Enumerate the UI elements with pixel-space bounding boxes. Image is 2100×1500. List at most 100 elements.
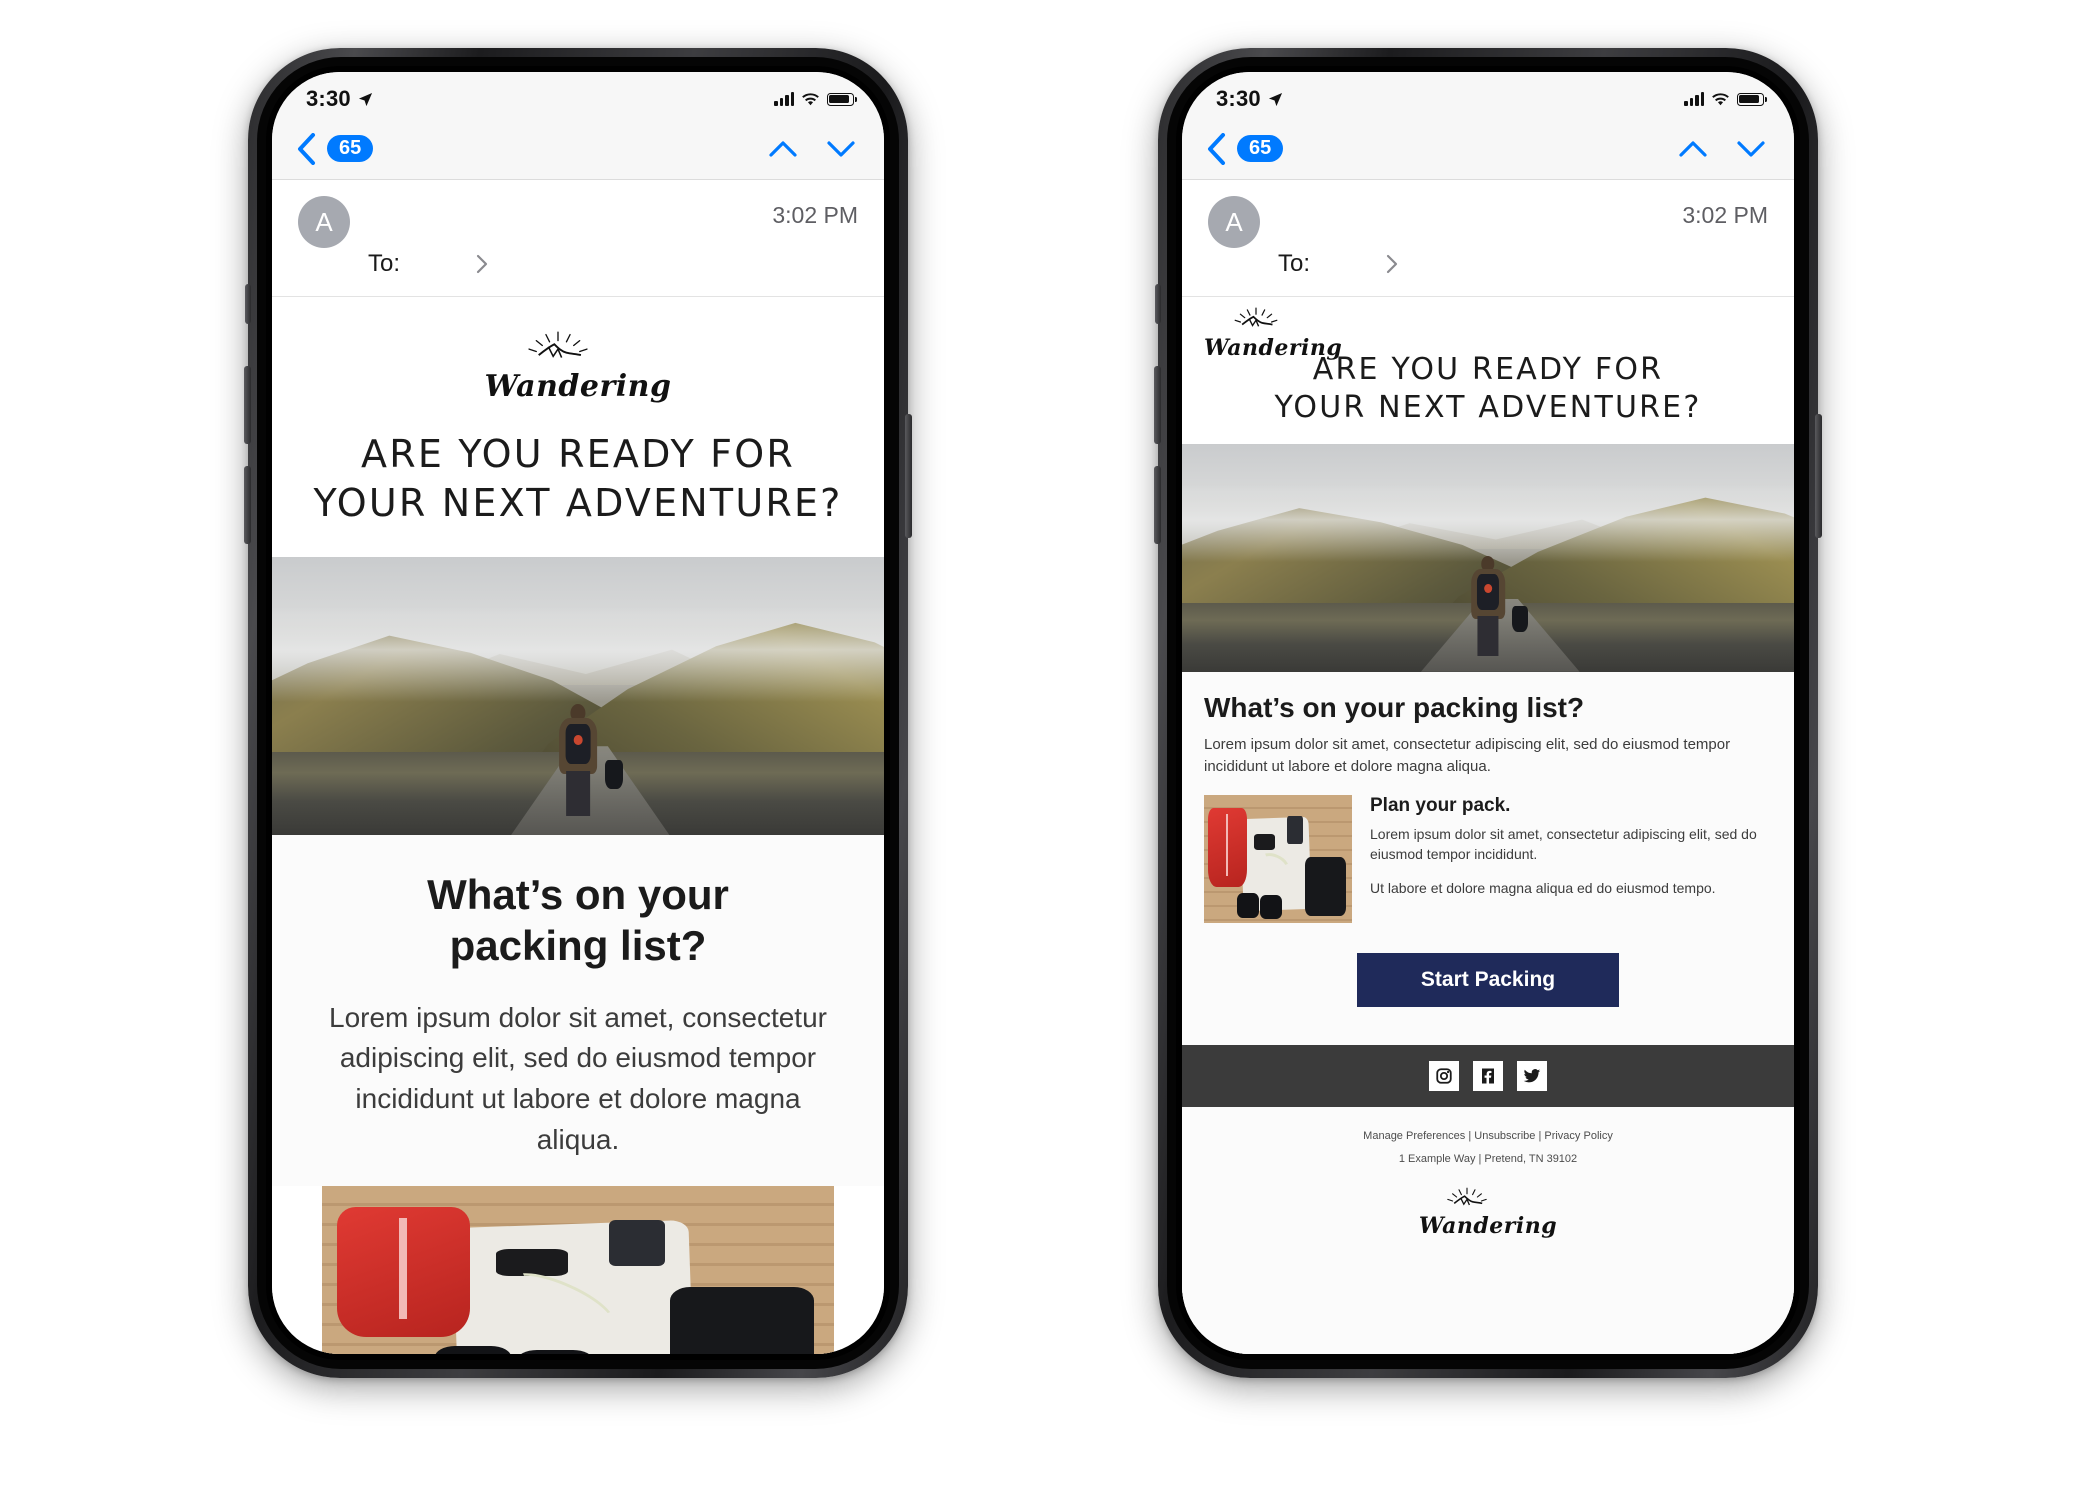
article-block: What’s on your packing list? Lorem ipsum…	[272, 835, 884, 1187]
email-body-left[interactable]: Wandering ARE YOU READY FOR YOUR NEXT AD…	[272, 297, 884, 1354]
hero-image	[272, 557, 884, 836]
pack-feature-row: Plan your pack. Lorem ipsum dolor sit am…	[1204, 795, 1772, 924]
avatar: A	[298, 196, 350, 248]
status-time-group: 3:30	[306, 86, 373, 112]
hero-headline-line-2: YOUR NEXT ADVENTURE?	[313, 480, 843, 525]
to-label: To:	[1278, 250, 1311, 277]
power-button[interactable]	[905, 414, 912, 538]
message-timestamp: 3:02 PM	[1682, 202, 1768, 228]
pack-image-wrap-left	[272, 1186, 884, 1354]
recipient-row[interactable]: To:	[298, 248, 858, 296]
power-button[interactable]	[1815, 414, 1822, 538]
chevron-up-icon[interactable]	[768, 138, 798, 160]
volume-down-button[interactable]	[1154, 466, 1161, 544]
wandering-logo: Wandering	[1204, 307, 1342, 360]
hero-mist	[272, 607, 884, 702]
facebook-icon[interactable]	[1473, 1061, 1503, 1092]
pack-text-column: Plan your pack. Lorem ipsum dolor sit am…	[1352, 795, 1772, 923]
volume-up-button[interactable]	[244, 366, 251, 444]
pack-body-1: Lorem ipsum dolor sit amet, consectetur …	[1370, 826, 1757, 863]
wifi-icon	[1712, 92, 1729, 105]
logo-wordmark: Wandering	[484, 369, 672, 404]
email-hero-right: Wandering ARE YOU READY FOR YOUR NEXT AD…	[1182, 297, 1794, 444]
chevron-down-icon[interactable]	[1736, 138, 1766, 160]
mail-header: A 3:02 PM To:	[1182, 180, 1794, 297]
message-pager	[1678, 138, 1766, 160]
location-arrow-icon	[1268, 92, 1282, 106]
chevron-left-icon[interactable]	[1206, 132, 1226, 165]
cellular-bars-icon	[1684, 92, 1704, 106]
hero-hiker-figure	[1464, 555, 1529, 656]
logo-sunburst-icon	[527, 331, 588, 358]
social-bar	[1182, 1045, 1794, 1108]
location-arrow-icon	[358, 92, 372, 106]
mail-nav-bar: 65	[272, 118, 884, 180]
avatar: A	[1208, 196, 1260, 248]
article-body: Lorem ipsum dolor sit amet, consectetur …	[1204, 735, 1731, 775]
email-logo-area: Wandering	[1204, 307, 1342, 360]
cellular-bars-icon	[774, 92, 794, 106]
hero-headline: ARE YOU READY FOR YOUR NEXT ADVENTURE?	[272, 420, 884, 557]
email-logo-area: Wandering	[272, 297, 884, 420]
footer-address: 1 Example Way | Pretend, TN 39102	[1398, 1153, 1578, 1166]
back-button[interactable]: 65	[1206, 132, 1284, 165]
wandering-logo: Wandering	[1419, 1187, 1557, 1238]
pack-image	[1204, 795, 1352, 924]
chevron-right-icon[interactable]	[1386, 254, 1398, 274]
message-timestamp: 3:02 PM	[772, 202, 858, 228]
phone-mockup-right: 3:30 65 A 3:02 PM To: Wandering ARE YOU …	[1154, 48, 1822, 1378]
status-icons	[774, 92, 858, 106]
back-button[interactable]: 65	[296, 132, 374, 165]
phone-inner-bezel: 3:30 65 A 3:02 PM To: Wandering ARE YOU …	[1176, 66, 1800, 1360]
volume-down-button[interactable]	[244, 466, 251, 544]
status-icons	[1684, 92, 1768, 106]
start-packing-button[interactable]: Start Packing	[1357, 953, 1619, 1008]
phone-screen-left: 3:30 65 A 3:02 PM To: Wandering ARE YOU …	[272, 72, 884, 1354]
mute-switch[interactable]	[1155, 284, 1161, 324]
instagram-icon[interactable]	[1429, 1061, 1459, 1092]
footer-links[interactable]: Manage Preferences | Unsubscribe | Priva…	[1182, 1125, 1794, 1148]
hero-headline-line-1: ARE YOU READY FOR	[361, 432, 795, 476]
cta-area: Start Packing	[1204, 923, 1772, 1045]
hero-headline-line-2: YOUR NEXT ADVENTURE?	[1274, 390, 1702, 426]
chevron-left-icon[interactable]	[296, 132, 316, 165]
chevron-down-icon[interactable]	[826, 138, 856, 160]
mail-header-top-row: A 3:02 PM	[298, 196, 858, 248]
logo-wordmark: Wandering	[1418, 1213, 1558, 1240]
chevron-right-icon[interactable]	[476, 254, 488, 274]
twitter-icon[interactable]	[1517, 1061, 1547, 1092]
phone-screen-right: 3:30 65 A 3:02 PM To: Wandering ARE YOU …	[1182, 72, 1794, 1354]
status-time-group: 3:30	[1216, 86, 1283, 112]
mail-nav-bar: 65	[1182, 118, 1794, 180]
phone-inner-bezel: 3:30 65 A 3:02 PM To: Wandering ARE YOU …	[266, 66, 890, 1360]
chevron-up-icon[interactable]	[1678, 138, 1708, 160]
mail-header: A 3:02 PM To:	[272, 180, 884, 297]
article-heading-line-1: What’s on your	[427, 871, 729, 919]
unread-count-badge[interactable]: 65	[1237, 135, 1284, 162]
email-footer: Manage Preferences | Unsubscribe | Priva…	[1182, 1107, 1794, 1354]
pack-image	[322, 1186, 834, 1354]
status-time: 3:30	[306, 86, 351, 111]
hero-mist	[1182, 484, 1794, 563]
hero-hiker-figure	[551, 703, 624, 816]
unread-count-badge[interactable]: 65	[327, 135, 374, 162]
mail-header-top-row: A 3:02 PM	[1208, 196, 1768, 248]
article-heading: What’s on your packing list?	[306, 869, 850, 971]
mute-switch[interactable]	[245, 284, 251, 324]
to-label: To:	[368, 250, 401, 277]
article-block: What’s on your packing list? Lorem ipsum…	[1182, 671, 1794, 1046]
email-body-right[interactable]: Wandering ARE YOU READY FOR YOUR NEXT AD…	[1182, 297, 1794, 1354]
battery-icon	[827, 92, 858, 106]
wandering-logo: Wandering	[485, 331, 672, 402]
volume-up-button[interactable]	[1154, 366, 1161, 444]
footer-logo-area: Wandering	[1182, 1171, 1794, 1238]
pack-heading: Plan your pack.	[1370, 795, 1511, 817]
article-heading: What’s on your packing list?	[1204, 691, 1585, 723]
status-time: 3:30	[1216, 86, 1261, 111]
recipient-row[interactable]: To:	[1208, 248, 1768, 296]
logo-sunburst-icon	[1447, 1188, 1487, 1206]
pack-body-2: Ut labore et dolore magna aliqua ed do e…	[1370, 880, 1716, 897]
logo-wordmark: Wandering	[1204, 335, 1343, 361]
logo-sunburst-icon	[1234, 307, 1278, 327]
hero-image	[1182, 443, 1794, 672]
